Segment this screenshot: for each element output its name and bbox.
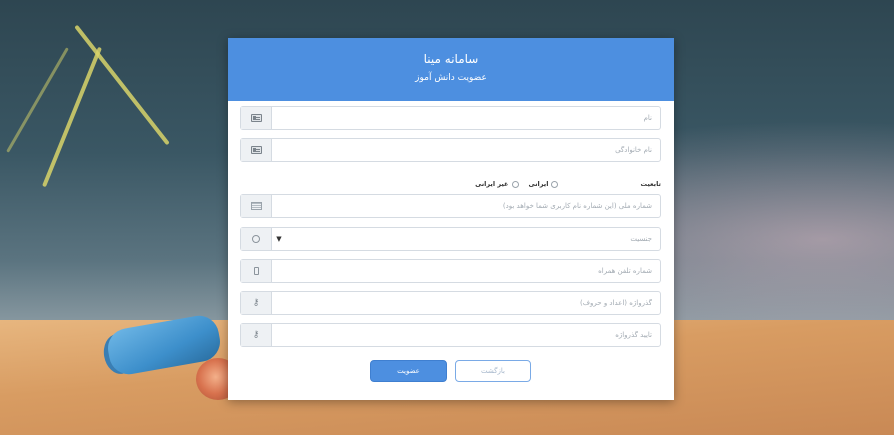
first-name-row bbox=[240, 106, 661, 130]
id-card-icon bbox=[241, 107, 272, 129]
first-name-input[interactable] bbox=[272, 107, 660, 129]
nationality-option-iranian[interactable]: ایرانی bbox=[529, 180, 559, 188]
id-card-icon bbox=[241, 139, 272, 161]
national-code-row bbox=[240, 194, 661, 218]
registration-card: سامانه مینا عضویت دانش آموز تابعیت ایران… bbox=[228, 38, 674, 400]
last-name-input[interactable] bbox=[272, 139, 660, 161]
password-input[interactable] bbox=[272, 292, 660, 314]
gender-select[interactable] bbox=[284, 228, 660, 250]
radio-icon[interactable] bbox=[511, 180, 519, 188]
key-icon: ⚷ bbox=[241, 324, 272, 346]
nationality-option-non-iranian[interactable]: غیر ایرانی bbox=[475, 180, 519, 188]
gender-row: ▼ bbox=[240, 227, 661, 251]
nationality-label: تابعیت bbox=[640, 180, 661, 188]
back-button[interactable]: بازگشت bbox=[455, 360, 531, 382]
key-icon: ⚷ bbox=[241, 292, 272, 314]
app-title: سامانه مینا bbox=[423, 52, 479, 66]
form-subtitle: عضویت دانش آموز bbox=[415, 73, 487, 83]
nationality-group: تابعیت ایرانی غیر ایرانی bbox=[240, 177, 661, 191]
mobile-input[interactable] bbox=[272, 260, 660, 282]
password-row: ⚷ bbox=[240, 291, 661, 315]
password-confirm-row: ⚷ bbox=[240, 323, 661, 347]
chevron-down-icon[interactable]: ▼ bbox=[272, 228, 284, 250]
radio-icon[interactable] bbox=[551, 180, 559, 188]
last-name-row bbox=[240, 138, 661, 162]
circle-icon bbox=[241, 228, 272, 250]
mobile-row bbox=[240, 259, 661, 283]
id-document-icon bbox=[241, 195, 272, 217]
nationality-option-label: ایرانی bbox=[528, 180, 549, 188]
national-code-input[interactable] bbox=[272, 195, 660, 217]
password-confirm-input[interactable] bbox=[272, 324, 660, 346]
card-header: سامانه مینا عضویت دانش آموز bbox=[228, 38, 674, 101]
mobile-phone-icon bbox=[241, 260, 272, 282]
submit-button[interactable]: عضویت bbox=[370, 360, 447, 382]
nationality-option-label: غیر ایرانی bbox=[475, 180, 509, 188]
